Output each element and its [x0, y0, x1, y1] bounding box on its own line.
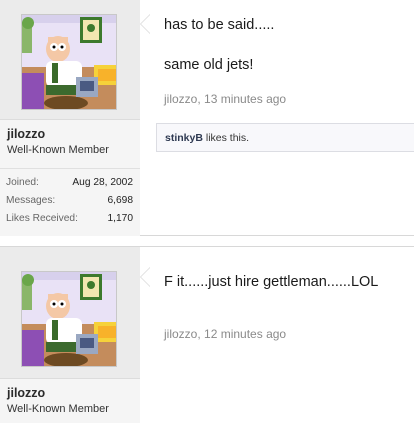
username-link[interactable]: jilozzo — [7, 386, 45, 400]
stat-value[interactable]: 6,698 — [108, 195, 134, 206]
username-link[interactable]: jilozzo — [7, 127, 45, 141]
message-text-line: same old jets! — [164, 57, 254, 73]
timestamp-link[interactable]: 13 minutes ago — [204, 92, 286, 106]
message-user-info: jilozzo Well-Known Member Joined: Aug 28… — [0, 0, 140, 236]
message-user-info: jilozzo Well-Known Member — [0, 247, 140, 423]
avatar-cartoon-image — [22, 272, 116, 366]
avatar[interactable] — [21, 14, 117, 110]
user-title: Well-Known Member — [7, 403, 109, 415]
likes-summary: stinkyB likes this. — [156, 123, 414, 152]
avatar-holder — [0, 247, 140, 378]
avatar[interactable] — [21, 271, 117, 367]
message-text-line: F it......just hire gettleman......LOL — [164, 274, 379, 290]
stat-label: Joined: — [6, 177, 39, 188]
message-meta: jilozzo, 13 minutes ago — [164, 92, 287, 106]
speech-arrow-inner — [141, 15, 150, 33]
speech-arrow-inner — [141, 268, 150, 286]
liker-link[interactable]: stinkyB — [165, 132, 203, 144]
user-details: jilozzo Well-Known Member Joined: Aug 28… — [0, 119, 140, 236]
stat-messages: Messages: 6,698 — [0, 192, 140, 210]
stat-label: Messages: — [6, 195, 56, 206]
avatar-cartoon-image — [22, 15, 116, 109]
stat-value: 1,170 — [107, 213, 134, 224]
stat-value: Aug 28, 2002 — [72, 177, 133, 188]
post: jilozzo Well-Known Member Joined: Aug 28… — [0, 0, 414, 236]
author-link[interactable]: jilozzo — [164, 327, 197, 341]
user-title: Well-Known Member — [7, 144, 109, 156]
avatar-holder — [0, 0, 140, 119]
stat-joined: Joined: Aug 28, 2002 — [0, 174, 140, 192]
author-link[interactable]: jilozzo — [164, 92, 197, 106]
user-details: jilozzo Well-Known Member — [0, 378, 140, 423]
stat-likes-received: Likes Received: 1,170 — [0, 210, 140, 228]
timestamp-link[interactable]: 12 minutes ago — [204, 327, 286, 341]
post: jilozzo Well-Known Member F it......just… — [0, 246, 414, 423]
message-text-line: has to be said..... — [164, 17, 275, 33]
stat-label: Likes Received: — [6, 213, 78, 224]
likes-text: likes this. — [202, 132, 250, 144]
user-stats: Joined: Aug 28, 2002 Messages: 6,698 Lik… — [0, 168, 140, 228]
message-meta: jilozzo, 12 minutes ago — [164, 327, 287, 341]
